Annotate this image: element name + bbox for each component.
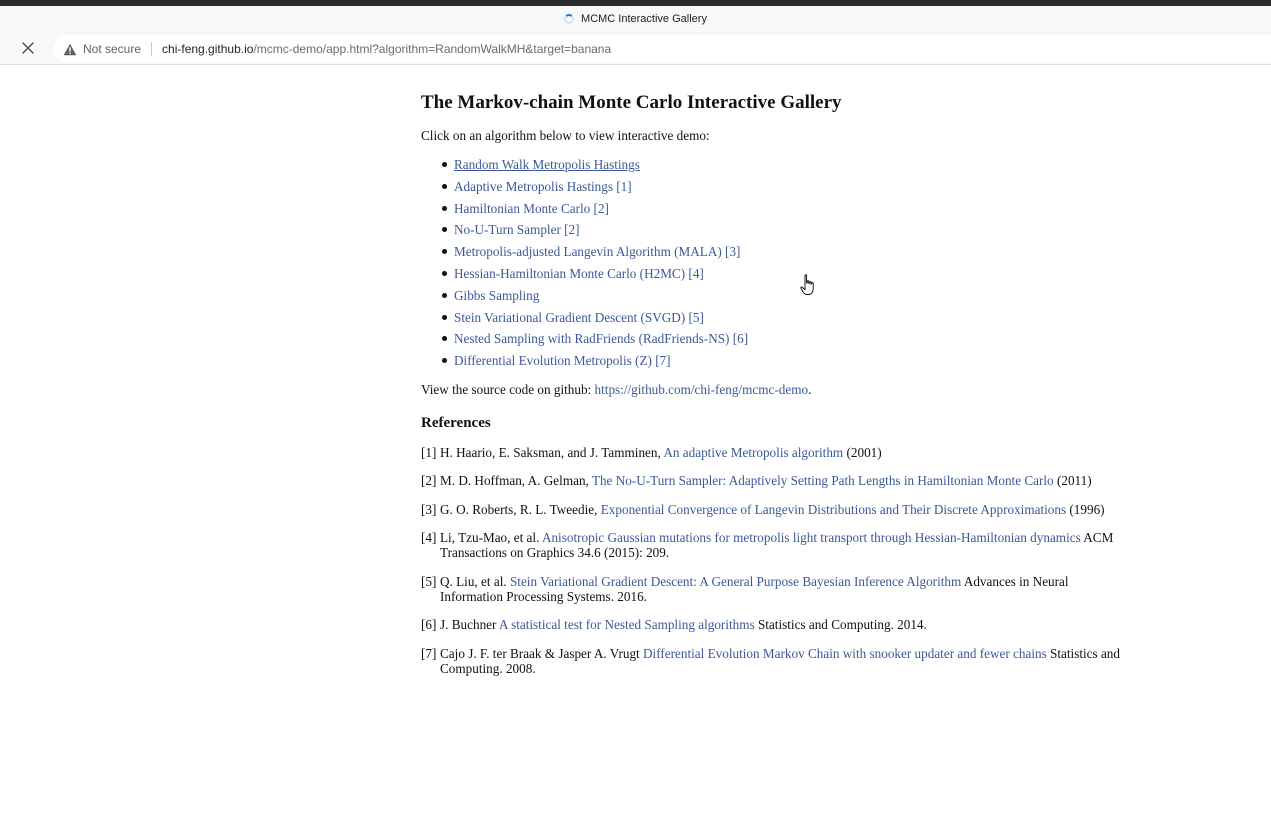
ref-link[interactable]: [3] [725, 244, 740, 259]
address-bar: Not secure chi-feng.github.io/mcmc-demo/… [0, 32, 1271, 65]
reference-authors: J. Buchner [440, 617, 499, 633]
url-domain: chi-feng.github.io [162, 42, 254, 56]
reference-item: [2] M. D. Hoffman, A. Gelman, The No-U-Tu… [421, 473, 1121, 488]
reference-link[interactable]: Exponential Convergence of Langevin Dist… [601, 502, 1066, 517]
algorithm-link-de-metropolis[interactable]: Differential Evolution Metropolis (Z) [454, 353, 652, 368]
reference-link[interactable]: An adaptive Metropolis algorithm [663, 445, 843, 460]
reference-link[interactable]: A statistical test for Nested Sampling a… [499, 617, 755, 632]
list-item: Adaptive Metropolis Hastings [1] [421, 179, 1121, 201]
reference-link[interactable]: Stein Variational Gradient Descent: A Ge… [510, 574, 961, 589]
ref-link[interactable]: [2] [564, 222, 579, 237]
reference-authors: H. Haario, E. Saksman, and J. Tamminen, [440, 444, 664, 460]
url-field[interactable]: Not secure chi-feng.github.io/mcmc-demo/… [53, 35, 1271, 63]
close-icon[interactable] [16, 38, 40, 58]
reference-number: [4] [421, 530, 437, 546]
algorithm-link-nuts[interactable]: No-U-Turn Sampler [454, 222, 561, 237]
ref-link[interactable]: [4] [688, 266, 703, 281]
reference-item: [3] G. O. Roberts, R. L. Tweedie, Exponen… [421, 502, 1121, 517]
url-path: /mcmc-demo/app.html?algorithm=RandomWalk… [253, 42, 612, 56]
page-title: The Markov-chain Monte Carlo Interactive… [421, 92, 842, 113]
reference-authors: Q. Liu, et al. [440, 573, 510, 589]
reference-number: [2] [421, 473, 437, 489]
reference-item: [5] Q. Liu, et al. Stein Variational Grad… [421, 574, 1121, 604]
reference-suffix: (2011) [1053, 473, 1092, 489]
list-item: Hamiltonian Monte Carlo [2] [421, 201, 1121, 223]
ref-link[interactable]: [6] [733, 331, 748, 346]
references-heading: References [421, 414, 491, 431]
algorithm-link-radfriends-ns[interactable]: Nested Sampling with RadFriends (RadFrie… [454, 331, 729, 346]
page-content: The Markov-chain Monte Carlo Interactive… [421, 88, 1121, 689]
ref-link[interactable]: [7] [655, 353, 670, 368]
window-titlebar: MCMC Interactive Gallery [0, 6, 1271, 32]
algorithm-link-h2mc[interactable]: Hessian-Hamiltonian Monte Carlo (H2MC) [454, 266, 685, 281]
reference-item: [7] Cajo J. F. ter Braak & Jasper A. Vrug… [421, 646, 1121, 676]
list-item: Gibbs Sampling [421, 288, 1121, 310]
reference-number: [6] [421, 617, 437, 633]
references-list: [1] H. Haario, E. Saksman, and J. Tammine… [421, 445, 1121, 676]
reference-item: [1] H. Haario, E. Saksman, and J. Tammine… [421, 445, 1121, 460]
reference-number: [3] [421, 501, 437, 517]
list-item: Metropolis-adjusted Langevin Algorithm (… [421, 244, 1121, 266]
list-item: No-U-Turn Sampler [2] [421, 222, 1121, 244]
security-label[interactable]: Not secure [83, 42, 141, 56]
source-line: View the source code on github: https://… [421, 382, 1121, 397]
warning-icon[interactable] [63, 43, 77, 56]
loading-spinner-icon [564, 14, 575, 24]
reference-authors: G. O. Roberts, R. L. Tweedie, [440, 501, 601, 517]
url-separator [151, 42, 153, 56]
intro-text: Click on an algorithm below to view inte… [421, 128, 710, 143]
reference-authors: Li, Tzu-Mao, et al. [440, 530, 542, 546]
reference-suffix: Statistics and Computing. 2014. [754, 617, 927, 633]
reference-item: [4] Li, Tzu-Mao, et al. Anisotropic Gauss… [421, 530, 1121, 560]
algorithm-link-hmc[interactable]: Hamiltonian Monte Carlo [454, 201, 590, 216]
algorithm-link-mala[interactable]: Metropolis-adjusted Langevin Algorithm (… [454, 244, 722, 259]
ref-link[interactable]: [2] [594, 201, 609, 216]
reference-suffix: (1996) [1066, 501, 1105, 517]
reference-link[interactable]: Anisotropic Gaussian mutations for metro… [542, 530, 1081, 545]
reference-authors: Cajo J. F. ter Braak & Jasper A. Vrugt [440, 645, 644, 661]
reference-number: [5] [421, 573, 437, 589]
reference-suffix: (2001) [843, 444, 882, 460]
reference-link[interactable]: Differential Evolution Markov Chain with… [643, 646, 1047, 661]
github-link[interactable]: https://github.com/chi-feng/mcmc-demo [595, 382, 809, 397]
hand-cursor-icon [800, 274, 816, 296]
list-item: Hessian-Hamiltonian Monte Carlo (H2MC) [… [421, 266, 1121, 288]
list-item: Differential Evolution Metropolis (Z) [7… [421, 353, 1121, 375]
ref-link[interactable]: [1] [616, 179, 631, 194]
list-item: Nested Sampling with RadFriends (RadFrie… [421, 331, 1121, 353]
reference-link[interactable]: The No-U-Turn Sampler: Adaptively Settin… [592, 473, 1054, 488]
algorithm-link-random-walk-mh[interactable]: Random Walk Metropolis Hastings [454, 157, 640, 172]
list-item: Random Walk Metropolis Hastings [421, 157, 1121, 179]
reference-item: [6] J. Buchner A statistical test for Nes… [421, 617, 1121, 632]
algorithm-link-gibbs[interactable]: Gibbs Sampling [454, 288, 539, 303]
reference-number: [7] [421, 645, 437, 661]
ref-link[interactable]: [5] [689, 310, 704, 325]
algorithm-link-adaptive-mh[interactable]: Adaptive Metropolis Hastings [454, 179, 613, 194]
algorithm-list: Random Walk Metropolis Hastings Adaptive… [421, 157, 1121, 375]
reference-authors: M. D. Hoffman, A. Gelman, [440, 473, 592, 489]
source-suffix: . [808, 381, 812, 397]
reference-number: [1] [421, 444, 437, 460]
source-prefix: View the source code on github: [421, 381, 595, 397]
tab-title: MCMC Interactive Gallery [581, 13, 707, 25]
list-item: Stein Variational Gradient Descent (SVGD… [421, 310, 1121, 332]
algorithm-link-svgd[interactable]: Stein Variational Gradient Descent (SVGD… [454, 310, 685, 325]
